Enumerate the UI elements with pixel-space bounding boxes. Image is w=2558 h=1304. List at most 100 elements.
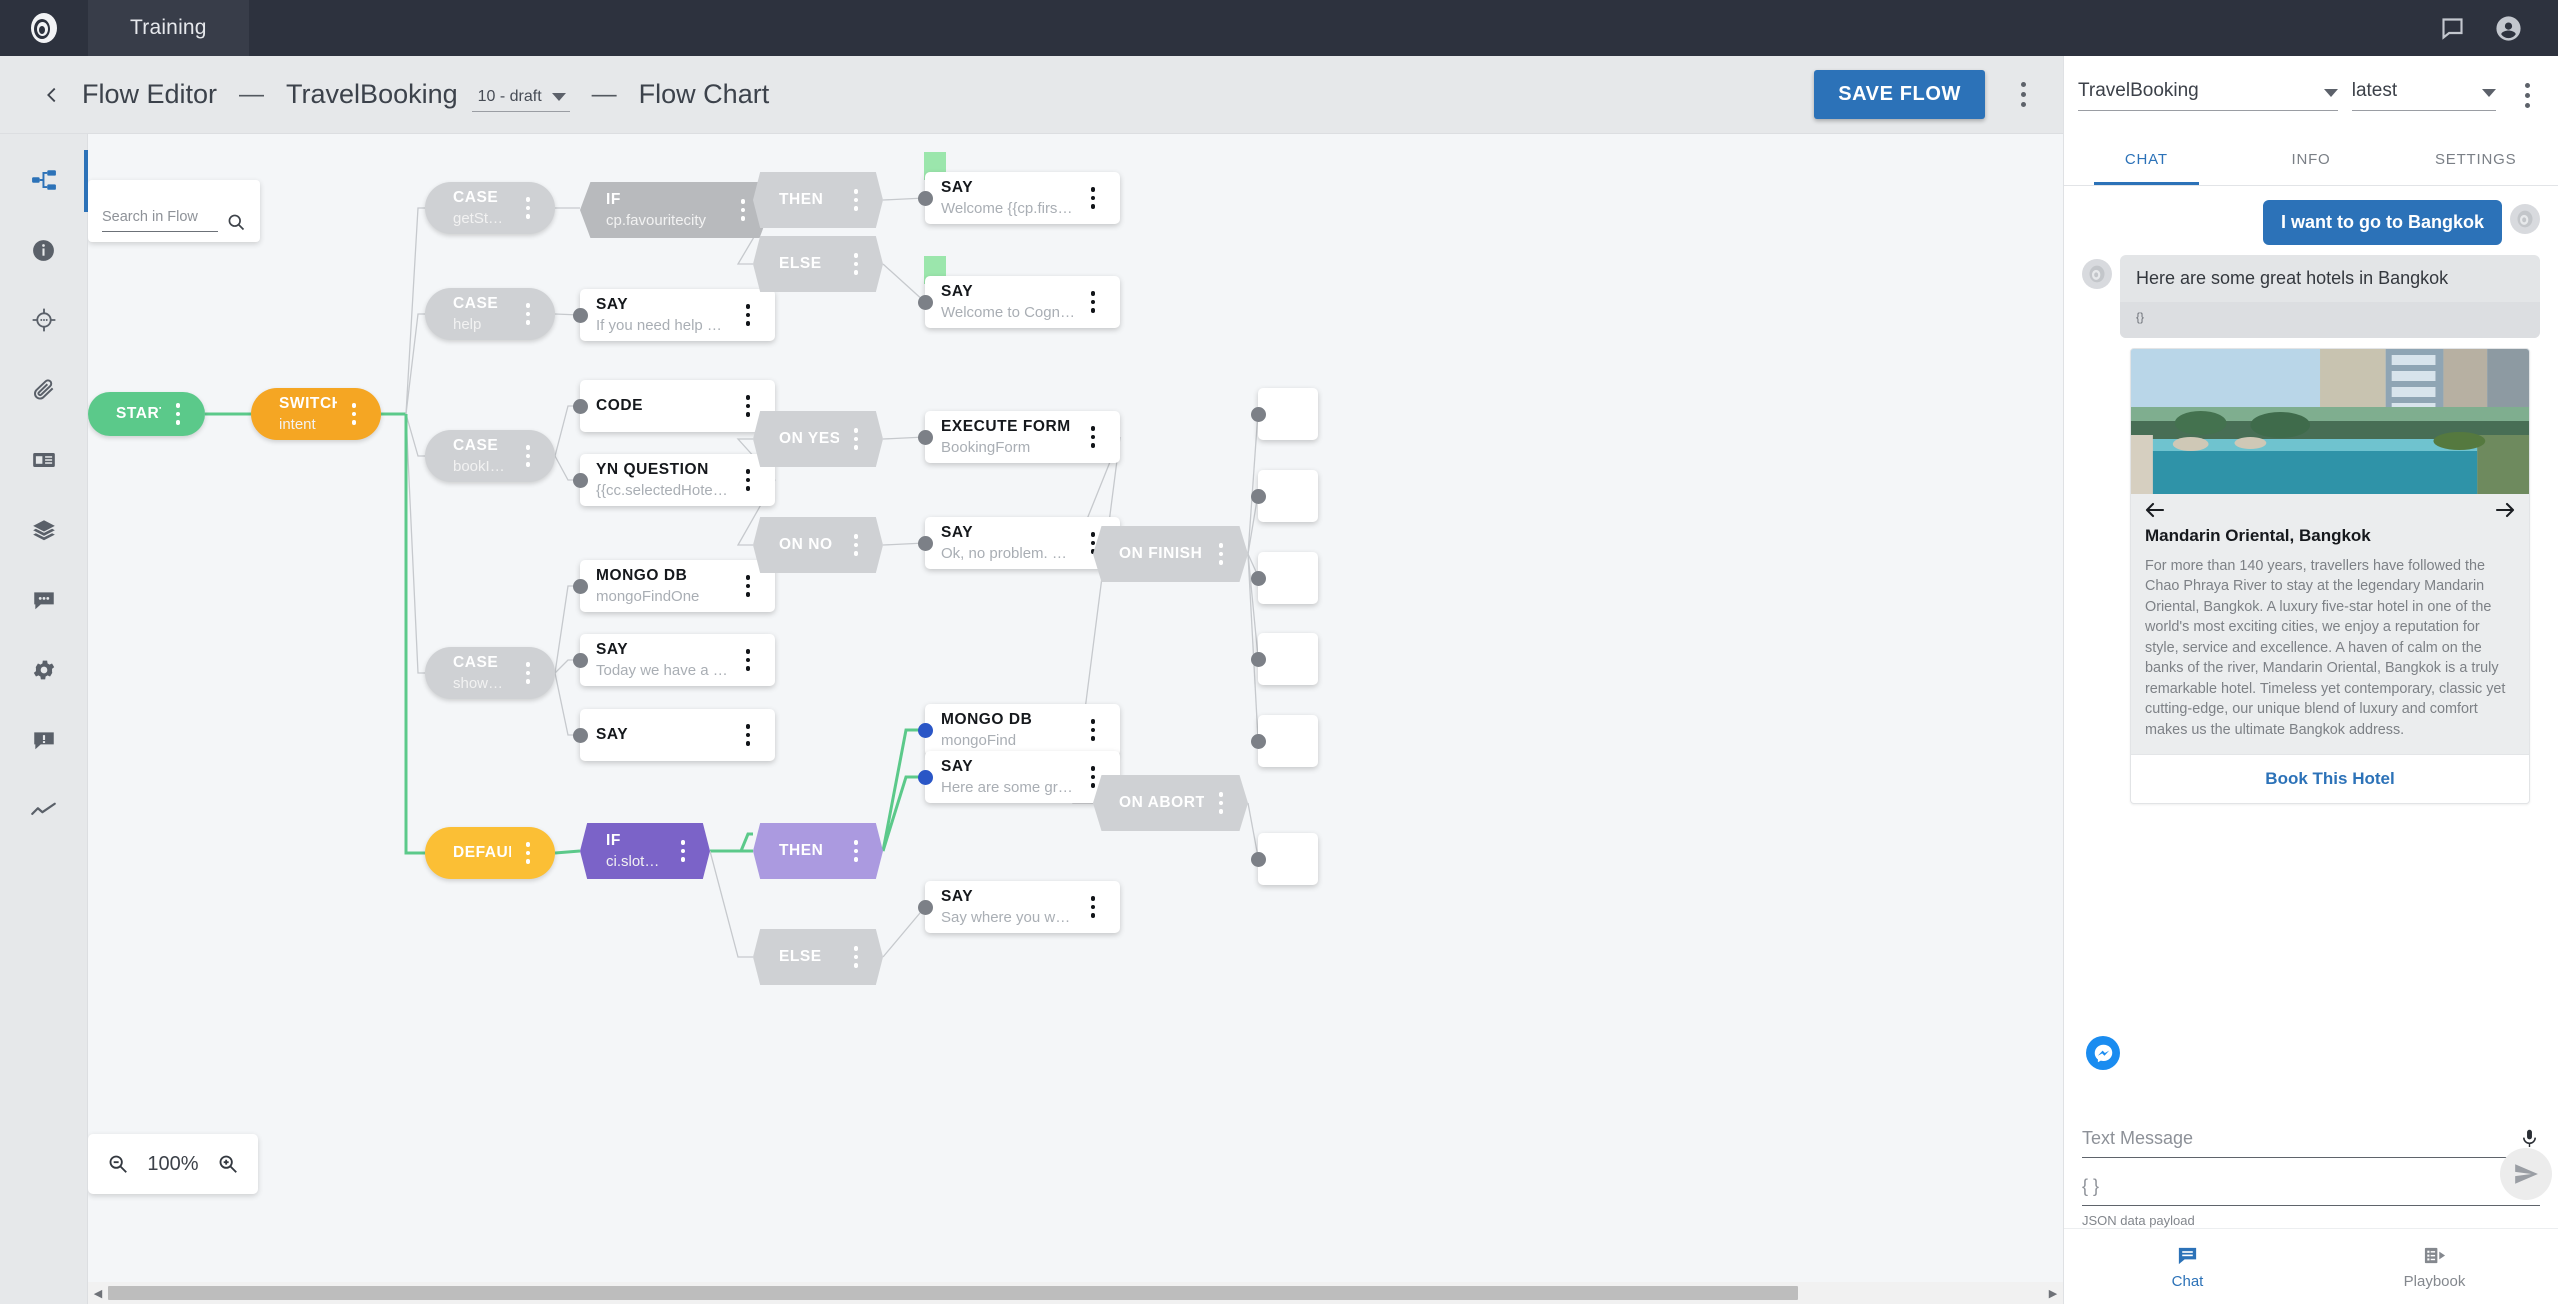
- flow-node-body[interactable]: ELSE: [753, 929, 883, 985]
- node-more-vert-icon[interactable]: [1076, 896, 1110, 918]
- gear-icon[interactable]: [0, 652, 88, 688]
- flow-node-clipped[interactable]: [1250, 715, 1318, 767]
- node-more-vert-icon[interactable]: [731, 304, 765, 326]
- node-port[interactable]: [917, 769, 933, 785]
- flow-node-yn-question[interactable]: YN QUESTION {{cc.selectedHotel…: [572, 454, 775, 506]
- more-vert-icon[interactable]: [2510, 66, 2544, 124]
- analytics-icon[interactable]: [0, 792, 88, 828]
- node-port[interactable]: [1250, 733, 1266, 749]
- chevron-left-icon[interactable]: [22, 84, 82, 106]
- node-port[interactable]: [917, 535, 933, 551]
- flow-node-body[interactable]: MONGO DB mongoFindOne: [572, 560, 775, 612]
- node-more-vert-icon[interactable]: [1076, 187, 1110, 209]
- flow-node-body[interactable]: CODE: [572, 380, 775, 432]
- node-port[interactable]: [572, 578, 588, 594]
- paperclip-icon[interactable]: [0, 372, 88, 408]
- comment-alert-icon[interactable]: [0, 722, 88, 758]
- flow-node-body[interactable]: ON NO: [753, 517, 883, 573]
- flow-node-body[interactable]: SAY Ok, no problem. Fe…: [917, 517, 1120, 569]
- node-more-vert-icon[interactable]: [1076, 719, 1110, 741]
- scroll-left-arrow[interactable]: ◀: [88, 1287, 108, 1300]
- flow-node-body[interactable]: CASE help: [425, 288, 555, 340]
- flow-node-body[interactable]: YN QUESTION {{cc.selectedHotel…: [572, 454, 775, 506]
- account-circle-icon[interactable]: [2480, 0, 2536, 56]
- node-port[interactable]: [1250, 651, 1266, 667]
- text-message-input[interactable]: [2082, 1128, 2519, 1149]
- node-more-vert-icon[interactable]: [337, 403, 371, 425]
- flow-node-body[interactable]: IF cp.favouritecity: [580, 182, 770, 238]
- node-more-vert-icon[interactable]: [511, 445, 545, 467]
- zoom-out-icon[interactable]: [107, 1153, 129, 1175]
- flow-node-body[interactable]: SWITCH intent: [251, 388, 381, 440]
- flow-node-case-help[interactable]: CASE help: [425, 288, 555, 340]
- flow-selector[interactable]: TravelBooking: [2078, 80, 2338, 111]
- node-port[interactable]: [572, 307, 588, 323]
- flow-node-else-2[interactable]: ELSE: [753, 929, 883, 985]
- flow-node-body[interactable]: CASE getStarted: [425, 182, 555, 234]
- flow-node-say-blank[interactable]: SAY: [572, 709, 775, 761]
- target-icon[interactable]: [0, 302, 88, 338]
- node-more-vert-icon[interactable]: [839, 946, 873, 968]
- node-more-vert-icon[interactable]: [731, 469, 765, 491]
- flow-node-body[interactable]: IF ci.slots.city: [580, 823, 710, 879]
- node-more-vert-icon[interactable]: [839, 428, 873, 450]
- scrollbar-thumb[interactable]: [108, 1286, 1798, 1300]
- flow-node-then-2[interactable]: THEN: [753, 823, 883, 879]
- node-more-vert-icon[interactable]: [731, 575, 765, 597]
- node-more-vert-icon[interactable]: [161, 403, 195, 425]
- flow-node-clipped[interactable]: [1250, 388, 1318, 440]
- flow-node-say-where[interactable]: SAY Say where you wa…: [917, 881, 1120, 933]
- search-input[interactable]: [102, 209, 218, 225]
- flow-node-body[interactable]: SAY Here are some gre…: [917, 751, 1120, 803]
- flow-node-body[interactable]: SAY Welcome to Cogni…: [917, 276, 1120, 328]
- canvas-horizontal-scrollbar[interactable]: ◀ ▶: [88, 1282, 2063, 1304]
- comment-dots-icon[interactable]: [0, 582, 88, 618]
- node-port[interactable]: [572, 727, 588, 743]
- flow-node-body[interactable]: CASE showSpecials: [425, 647, 555, 699]
- node-more-vert-icon[interactable]: [839, 840, 873, 862]
- node-port[interactable]: [917, 190, 933, 206]
- flow-node-mongo-find[interactable]: MONGO DB mongoFind: [917, 704, 1120, 756]
- more-vert-icon[interactable]: [2001, 66, 2045, 124]
- flow-node-then-1[interactable]: THEN: [753, 172, 883, 228]
- node-port[interactable]: [1250, 488, 1266, 504]
- node-more-vert-icon[interactable]: [511, 662, 545, 684]
- node-more-vert-icon[interactable]: [1204, 543, 1238, 565]
- cognigy-logo-icon[interactable]: [0, 0, 88, 56]
- flow-node-clipped[interactable]: [1250, 633, 1318, 685]
- node-more-vert-icon[interactable]: [839, 534, 873, 556]
- flow-node-switch[interactable]: SWITCH intent: [251, 388, 381, 440]
- flow-version-select[interactable]: 10 - draft: [471, 88, 570, 112]
- node-more-vert-icon[interactable]: [1076, 291, 1110, 313]
- flow-node-clipped[interactable]: [1250, 833, 1318, 885]
- node-more-vert-icon[interactable]: [1076, 426, 1110, 448]
- flow-node-body[interactable]: SAY: [572, 709, 775, 761]
- flow-node-else-1[interactable]: ELSE: [753, 236, 883, 292]
- flow-node-clipped[interactable]: [1250, 552, 1318, 604]
- book-this-hotel-button[interactable]: Book This Hotel: [2131, 754, 2529, 804]
- arrow-left-icon[interactable]: [2143, 498, 2167, 522]
- flow-node-if-city[interactable]: IF ci.slots.city: [580, 823, 710, 879]
- footer-tab-playbook[interactable]: Playbook: [2311, 1229, 2558, 1304]
- arrow-right-icon[interactable]: [2493, 498, 2517, 522]
- chat-transcript[interactable]: I want to go to Bangkok Here are some gr…: [2064, 186, 2558, 1114]
- flow-node-on-yes[interactable]: ON YES: [753, 411, 883, 467]
- nav-tab-training[interactable]: Training: [88, 0, 249, 56]
- tab-settings[interactable]: SETTINGS: [2393, 134, 2558, 185]
- flow-node-say-help[interactable]: SAY If you need help wi…: [572, 289, 775, 341]
- node-more-vert-icon[interactable]: [1204, 792, 1238, 814]
- flow-node-body[interactable]: THEN: [753, 172, 883, 228]
- flow-node-case-spec[interactable]: CASE showSpecials: [425, 647, 555, 699]
- layers-icon[interactable]: [0, 512, 88, 548]
- flow-node-body[interactable]: SAY Say where you wa…: [917, 881, 1120, 933]
- node-port[interactable]: [917, 294, 933, 310]
- node-more-vert-icon[interactable]: [731, 724, 765, 746]
- flow-node-on-finish[interactable]: ON FINISH: [1093, 526, 1248, 582]
- tab-info[interactable]: INFO: [2229, 134, 2394, 185]
- flow-node-say-welcome1[interactable]: SAY Welcome {{cp.first…: [917, 152, 1120, 224]
- flow-node-default[interactable]: DEFAULT: [425, 827, 555, 879]
- flow-node-case-book[interactable]: CASE bookIntent: [425, 430, 555, 482]
- node-port[interactable]: [1250, 851, 1266, 867]
- json-payload-input[interactable]: [2082, 1176, 2540, 1197]
- scroll-right-arrow[interactable]: ▶: [2043, 1287, 2063, 1300]
